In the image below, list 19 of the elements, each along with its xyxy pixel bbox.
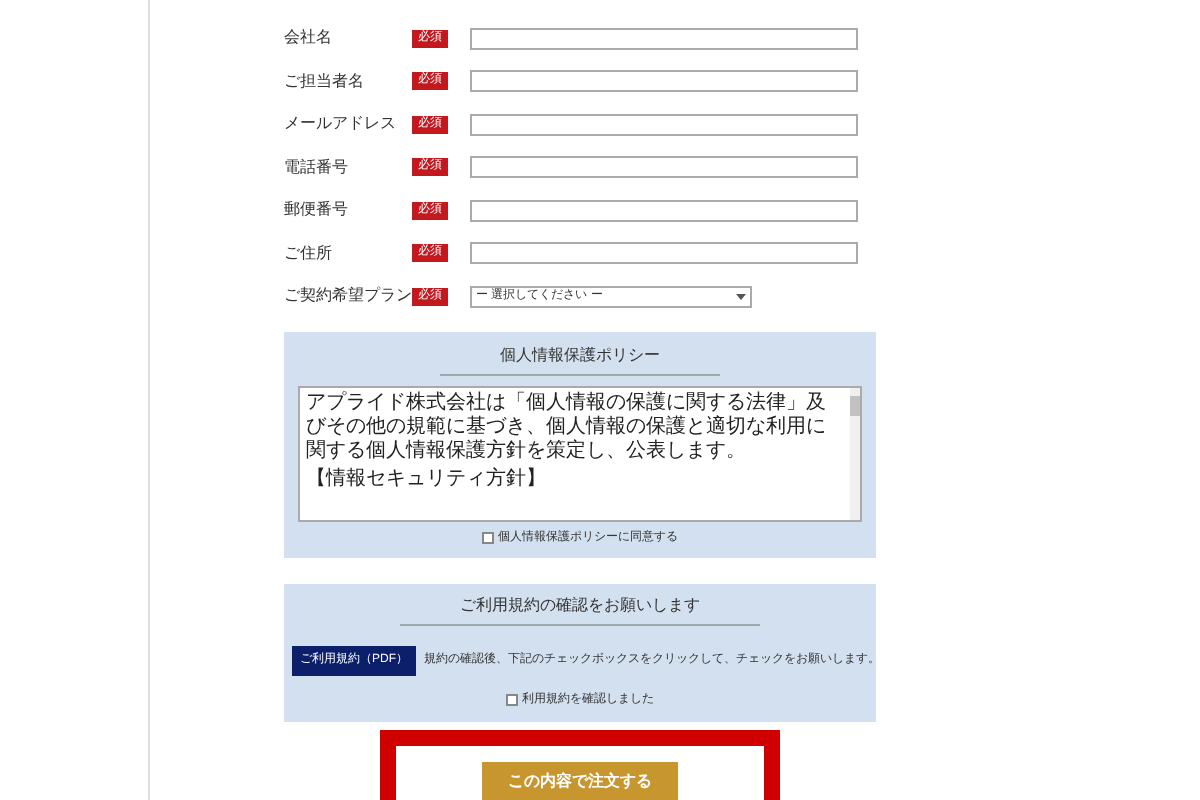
input-field[interactable]: [470, 199, 858, 222]
input-field[interactable]: [470, 242, 858, 265]
policy-paragraph: 【情報セキュリティ方針】: [306, 467, 548, 491]
field-label: 会社名: [284, 26, 334, 51]
field-label: ご契約希望プラン: [284, 284, 412, 309]
policy-paragraph: アプライド株式会社は「個人情報の保護に関する法律」及びその他の規範に基づき、個人情報の保護と適切な利用に関する個人情報保護方針を策定し、公表します。: [306, 391, 828, 463]
field-label: 郵便番号: [284, 198, 350, 223]
input-field[interactable]: [470, 70, 858, 93]
input-field[interactable]: [470, 27, 858, 50]
input-field[interactable]: [470, 156, 858, 179]
panel-title: ご利用規約の確認をお願いします: [400, 593, 760, 625]
field-label: ご担当者名: [284, 69, 366, 94]
field-label: ご住所: [284, 241, 334, 266]
field-label: 電話番号: [284, 155, 350, 180]
panel-title: 個人情報保護ポリシー: [440, 343, 720, 375]
scrollbar[interactable]: [850, 387, 860, 519]
input-field[interactable]: [470, 113, 858, 136]
field-label: メールアドレス: [284, 112, 398, 137]
dropdown-caret-icon: [736, 293, 746, 300]
